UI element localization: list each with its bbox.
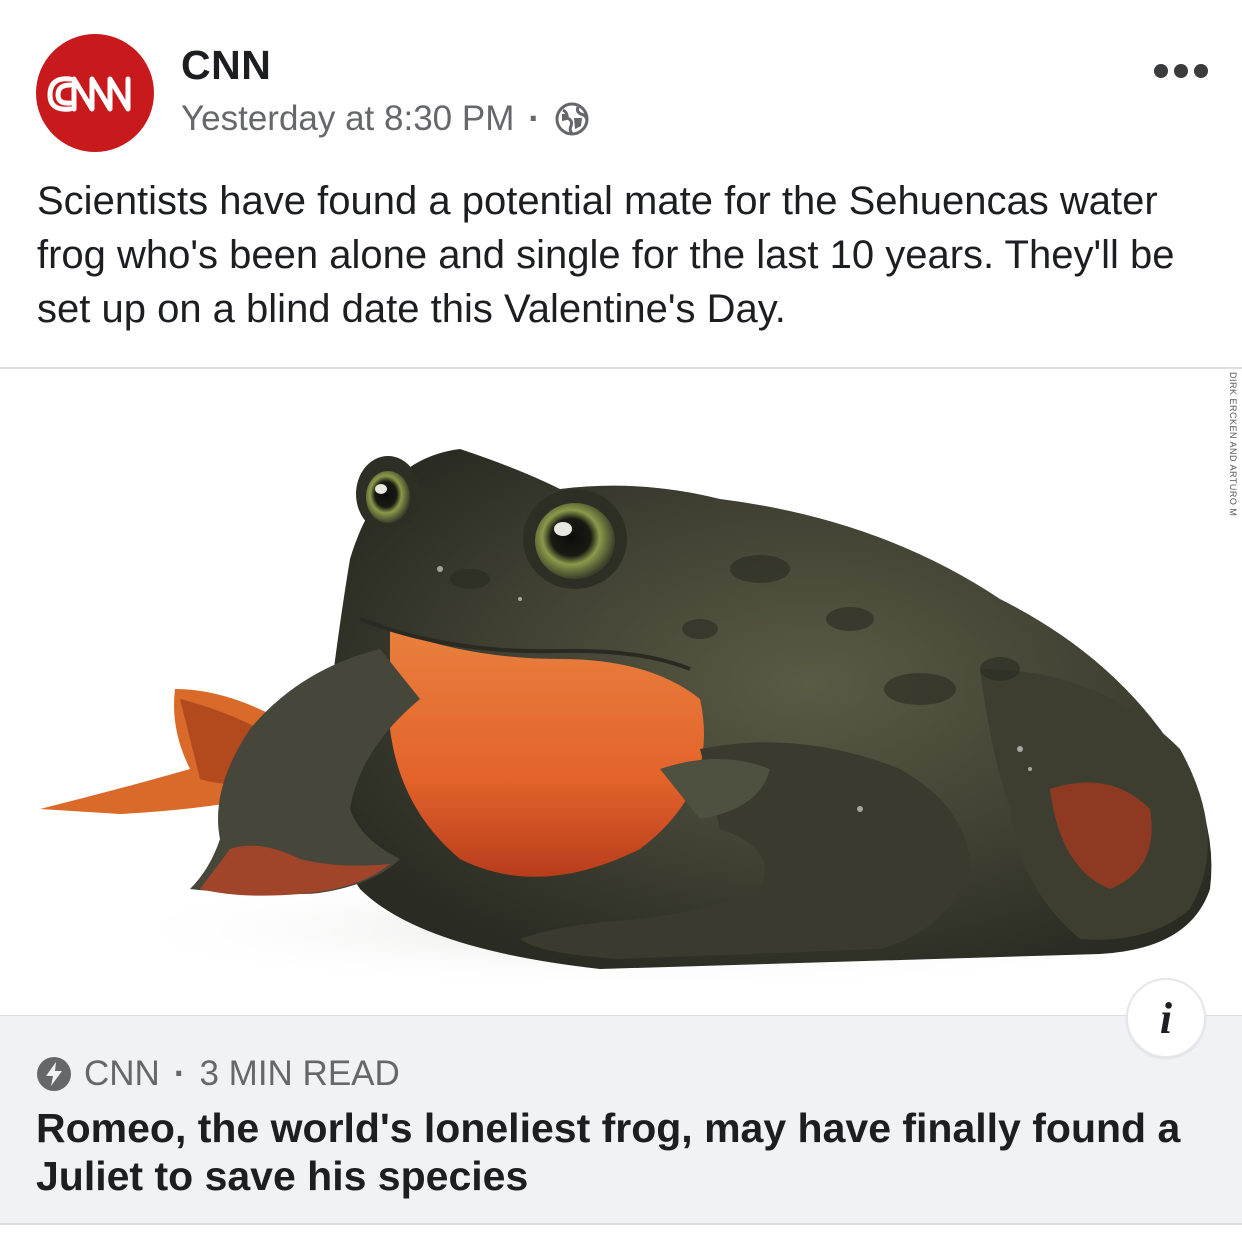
page-avatar[interactable] [36, 34, 154, 152]
photo-credit: DIRK ERCKEN AND ARTURO M [1228, 372, 1238, 517]
meta-separator: · [528, 99, 541, 138]
post-timestamp[interactable]: Yesterday at 8:30 PM [181, 99, 514, 139]
post-meta: Yesterday at 8:30 PM · [181, 99, 590, 139]
cnn-logo-icon [47, 76, 131, 112]
link-preview-card[interactable]: CNN · 3 MIN READ Romeo, the world's lone… [0, 1015, 1242, 1225]
link-preview-image[interactable] [0, 367, 1242, 1015]
link-title[interactable]: Romeo, the world's loneliest frog, may h… [36, 1104, 1196, 1200]
info-icon[interactable]: i [1126, 978, 1206, 1058]
instant-article-bolt-icon [36, 1056, 72, 1092]
frog-photo [0, 369, 1242, 1015]
page-name[interactable]: CNN [181, 42, 271, 89]
post-header: CNN Yesterday at 8:30 PM · [0, 0, 1242, 160]
source-separator: · [173, 1054, 186, 1093]
globe-icon[interactable] [554, 101, 590, 137]
link-source: CNN [84, 1054, 160, 1093]
post-message: Scientists have found a potential mate f… [37, 179, 1175, 331]
info-glyph: i [1159, 993, 1173, 1043]
read-time: 3 MIN READ [199, 1054, 400, 1093]
link-source-row: CNN · 3 MIN READ [36, 1054, 400, 1094]
more-options-icon[interactable] [1154, 58, 1208, 84]
